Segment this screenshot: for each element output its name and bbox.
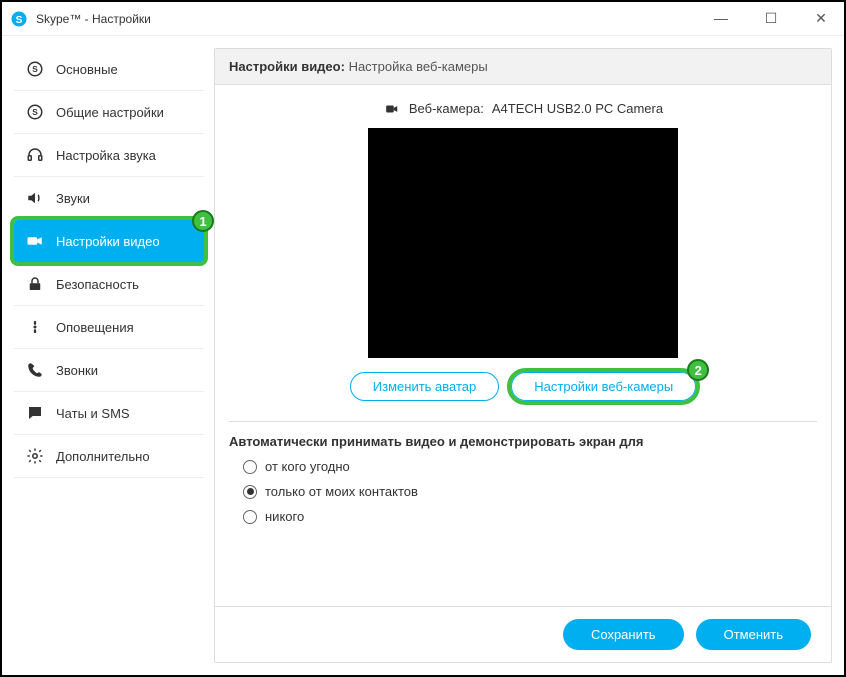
skype-icon: S (26, 103, 44, 121)
info-icon (26, 318, 44, 336)
annotation-badge-1: 1 (192, 210, 214, 232)
radio-option-contacts[interactable]: только от моих контактов (243, 484, 817, 499)
panel-header-sub: Настройка веб-камеры (349, 59, 488, 74)
window-body: S Основные S Общие настройки Настройка з… (2, 36, 844, 675)
auto-accept-label: Автоматически принимать видео и демонстр… (229, 434, 817, 449)
cancel-button[interactable]: Отменить (696, 619, 811, 650)
sidebar-item-chats[interactable]: Чаты и SMS (14, 392, 204, 435)
webcam-label: Веб-камера: (409, 101, 484, 116)
change-avatar-button[interactable]: Изменить аватар (350, 372, 499, 401)
sidebar-item-label: Основные (56, 62, 118, 77)
close-button[interactable]: ✕ (806, 10, 836, 27)
svg-text:S: S (32, 108, 38, 117)
webcam-settings-button-label: Настройки веб-камеры (534, 379, 673, 394)
skype-icon: S (26, 60, 44, 78)
panel-body: Веб-камера: A4TECH USB2.0 PC Camera Изме… (215, 85, 831, 606)
settings-window: S Skype™ - Настройки — ☐ ✕ S Основные S … (0, 0, 846, 677)
panel-header: Настройки видео: Настройка веб-камеры (215, 49, 831, 85)
webcam-row: Веб-камера: A4TECH USB2.0 PC Camera (229, 101, 817, 116)
sidebar-item-security[interactable]: Безопасность (14, 263, 204, 306)
sidebar-item-common[interactable]: S Общие настройки (14, 91, 204, 134)
radio-group: от кого угодно только от моих контактов … (229, 459, 817, 524)
sidebar-item-audio[interactable]: Настройка звука (14, 134, 204, 177)
divider (229, 421, 817, 422)
sidebar-item-label: Дополнительно (56, 449, 150, 464)
radio-label: только от моих контактов (265, 484, 418, 499)
panel-header-title: Настройки видео: (229, 59, 345, 74)
sidebar-item-label: Оповещения (56, 320, 134, 335)
sidebar-item-label: Звуки (56, 191, 90, 206)
camera-icon (383, 102, 401, 116)
speaker-icon (26, 189, 44, 207)
sidebar-item-calls[interactable]: Звонки (14, 349, 204, 392)
radio-label: от кого угодно (265, 459, 350, 474)
svg-text:S: S (32, 65, 38, 74)
sidebar-item-label: Безопасность (56, 277, 139, 292)
maximize-button[interactable]: ☐ (756, 10, 786, 27)
radio-option-noone[interactable]: никого (243, 509, 817, 524)
minimize-button[interactable]: — (706, 10, 736, 27)
webcam-name: A4TECH USB2.0 PC Camera (492, 101, 663, 116)
chat-icon (26, 404, 44, 422)
lock-icon (26, 275, 44, 293)
skype-icon: S (10, 10, 28, 28)
radio-label: никого (265, 509, 304, 524)
headset-icon (26, 146, 44, 164)
sidebar-item-advanced[interactable]: Дополнительно (14, 435, 204, 478)
webcam-preview (368, 128, 678, 358)
radio-icon (243, 485, 257, 499)
radio-icon (243, 510, 257, 524)
main-panel: Настройки видео: Настройка веб-камеры Ве… (214, 48, 832, 663)
sidebar-item-label: Настройка звука (56, 148, 156, 163)
sidebar-item-label: Звонки (56, 363, 98, 378)
window-title: Skype™ - Настройки (36, 12, 151, 26)
save-button[interactable]: Сохранить (563, 619, 684, 650)
radio-icon (243, 460, 257, 474)
button-row: Изменить аватар 2 Настройки веб-камеры (229, 372, 817, 401)
webcam-settings-button[interactable]: 2 Настройки веб-камеры (511, 372, 696, 401)
sidebar: S Основные S Общие настройки Настройка з… (14, 48, 204, 663)
titlebar: S Skype™ - Настройки — ☐ ✕ (2, 2, 844, 36)
svg-text:S: S (15, 13, 22, 25)
phone-icon (26, 361, 44, 379)
window-controls: — ☐ ✕ (706, 10, 836, 27)
sidebar-item-label: Настройки видео (56, 234, 160, 249)
sidebar-item-general[interactable]: S Основные (14, 48, 204, 91)
footer: Сохранить Отменить (215, 606, 831, 662)
sidebar-item-notifications[interactable]: Оповещения (14, 306, 204, 349)
annotation-badge-2: 2 (687, 359, 709, 381)
radio-option-anyone[interactable]: от кого угодно (243, 459, 817, 474)
sidebar-item-label: Общие настройки (56, 105, 164, 120)
camera-icon (26, 232, 44, 250)
sidebar-item-label: Чаты и SMS (56, 406, 130, 421)
sidebar-item-video[interactable]: 1 Настройки видео (14, 220, 204, 263)
sidebar-item-sounds[interactable]: Звуки (14, 177, 204, 220)
gear-icon (26, 447, 44, 465)
